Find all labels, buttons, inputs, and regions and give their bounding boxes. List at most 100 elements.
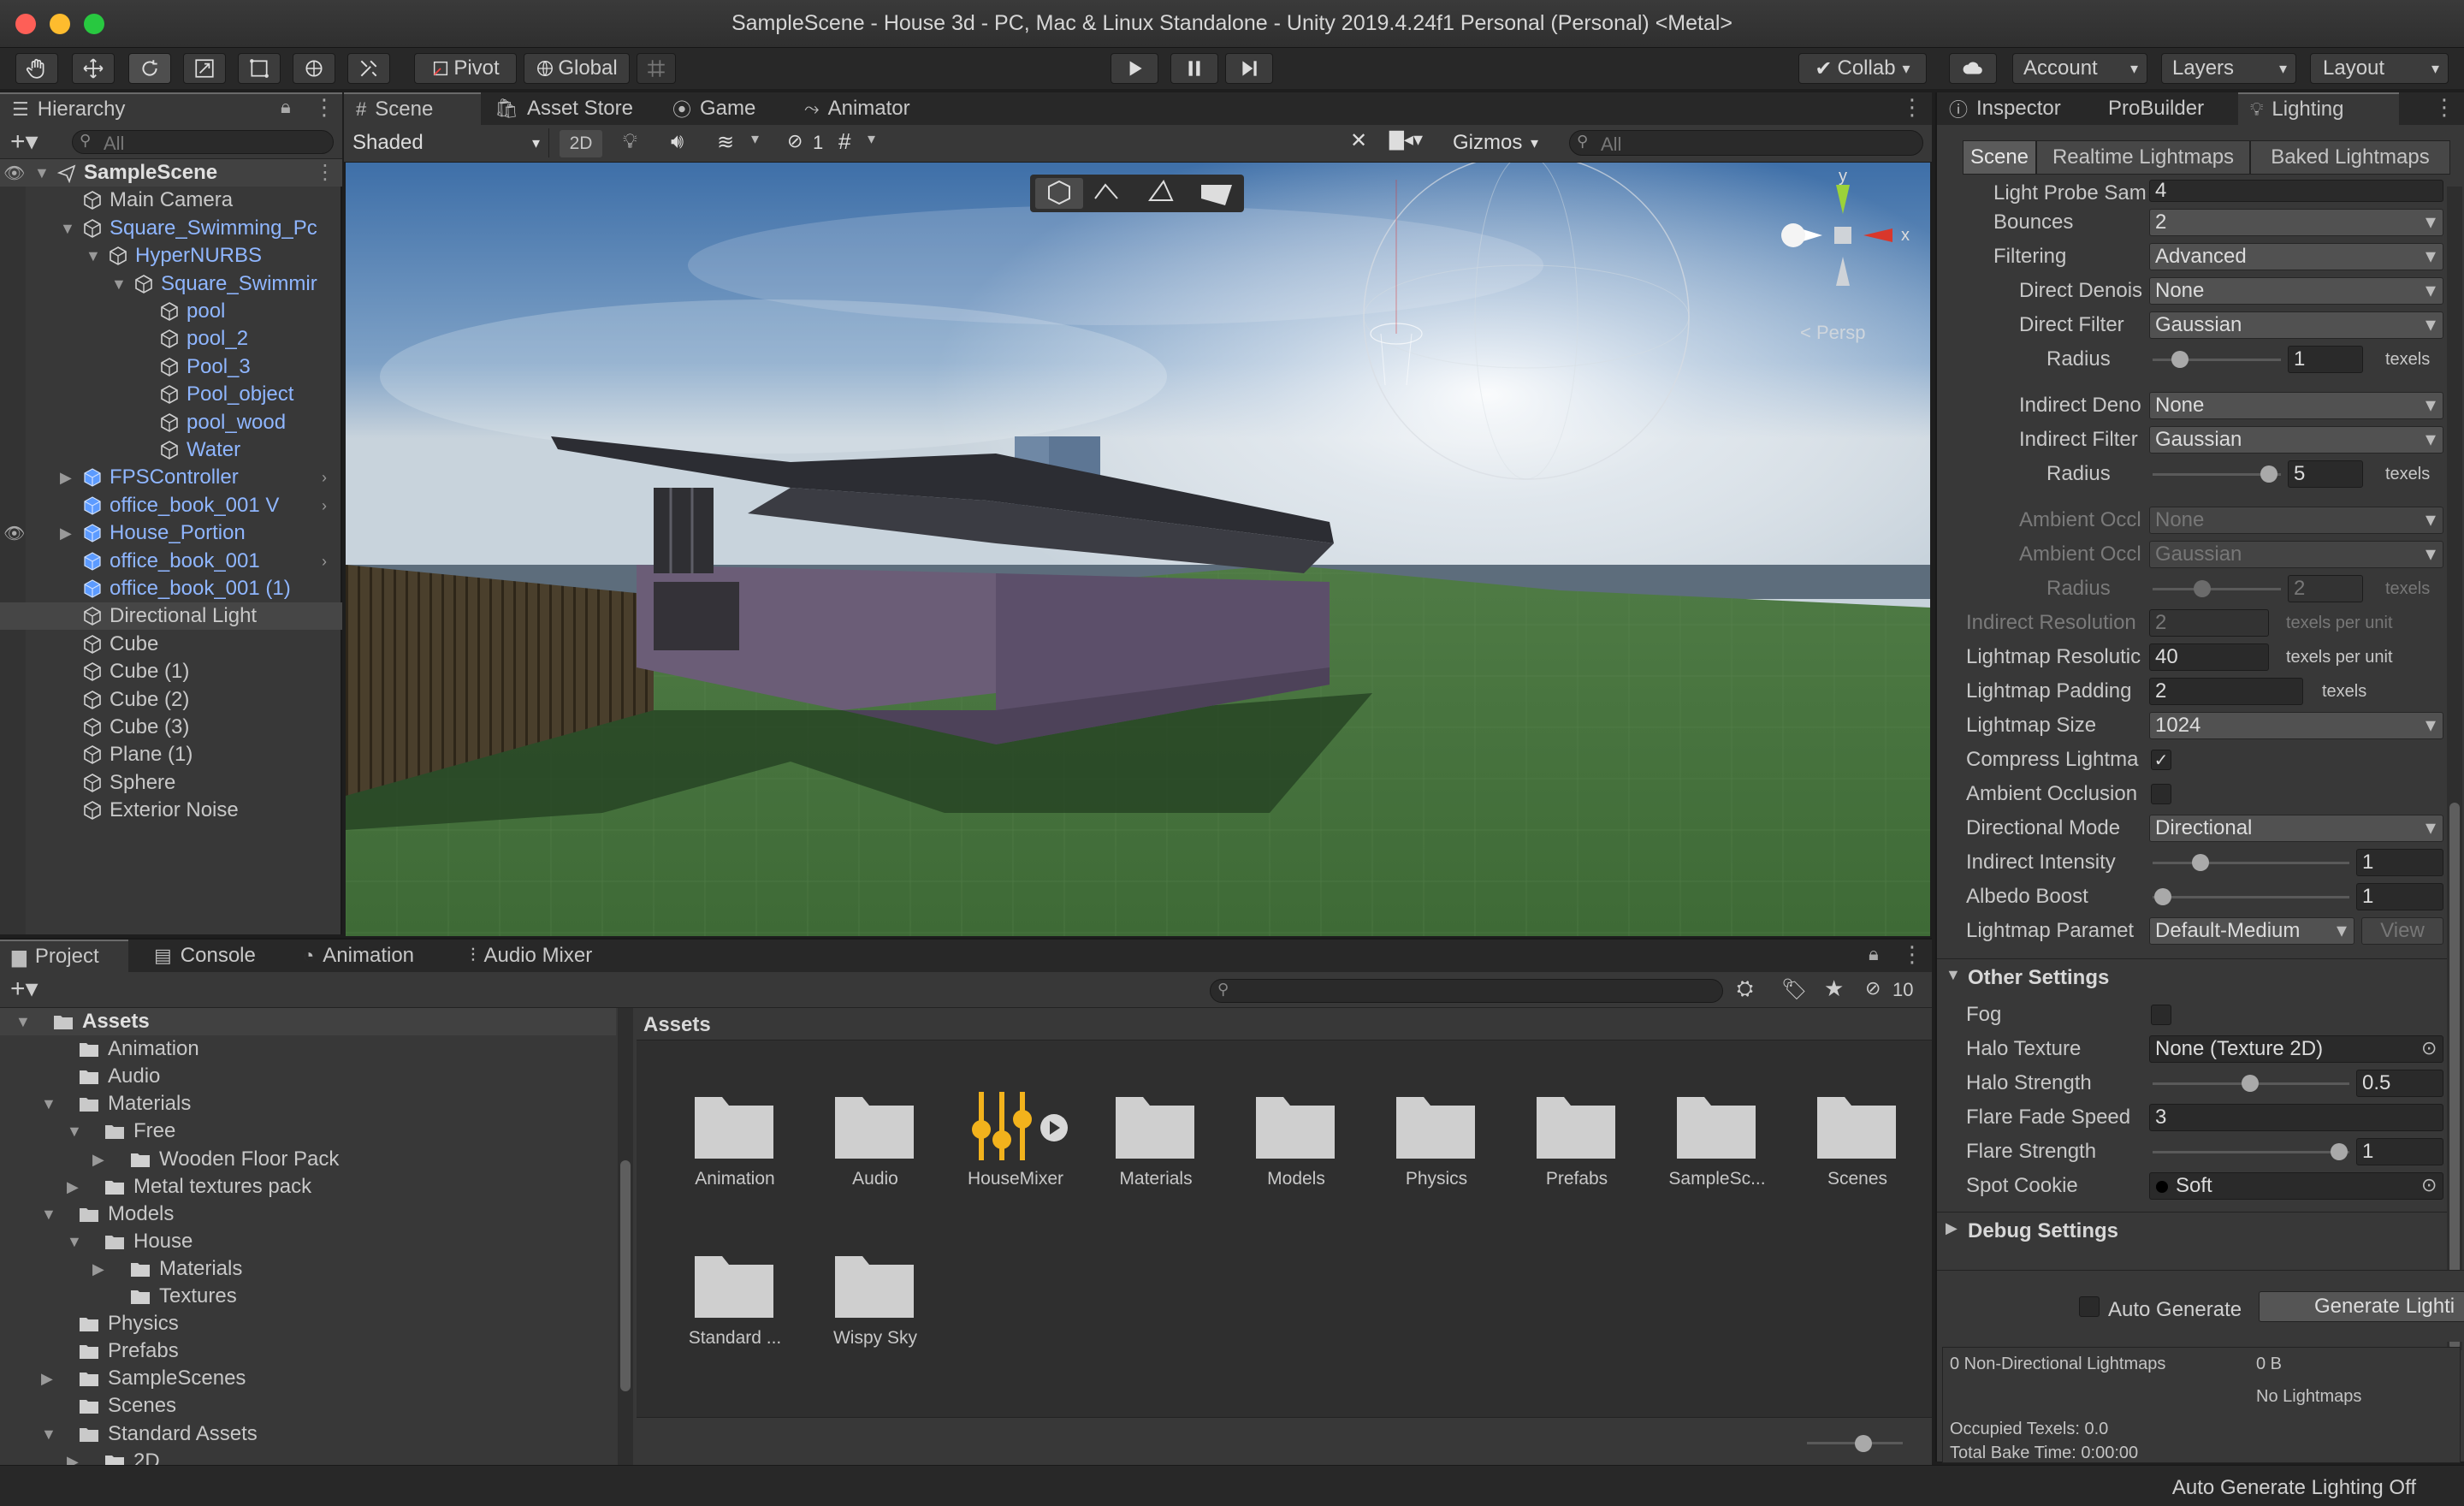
shading-mode-dropdown[interactable]: Shaded ▾ bbox=[344, 128, 549, 157]
account-dropdown[interactable]: Account ▾ bbox=[2012, 53, 2147, 84]
folder-tree-item[interactable]: Textures bbox=[0, 1283, 616, 1310]
albedo-boost-slider-knob[interactable] bbox=[2154, 888, 2171, 905]
asset-tile[interactable]: Prefabs bbox=[1521, 1075, 1632, 1195]
hierarchy-item[interactable]: office_book_001 (1) bbox=[0, 575, 342, 602]
visibility-eye-icon[interactable]: 👁︎ bbox=[3, 523, 25, 544]
direct-filter-dropdown[interactable]: Gaussian bbox=[2149, 311, 2443, 339]
chevron-right-icon[interactable]: ▶ bbox=[60, 464, 72, 491]
tab-asset-store[interactable]: 🛍︎ Asset Store bbox=[483, 92, 645, 125]
layout-dropdown[interactable]: Layout ▾ bbox=[2310, 53, 2449, 84]
tab-audio-mixer[interactable]: ⫶ Audio Mixer bbox=[459, 940, 604, 972]
indirect-radius-slider-knob[interactable] bbox=[2260, 465, 2277, 483]
project-search-input[interactable]: ⚲ bbox=[1210, 979, 1723, 1003]
hierarchy-item[interactable]: Cube (3) bbox=[0, 714, 342, 741]
tab-scene[interactable]: # Scene bbox=[344, 92, 481, 125]
gizmos-dropdown[interactable]: Gizmos ▾ bbox=[1448, 128, 1543, 157]
hierarchy-item[interactable]: pool_2 bbox=[0, 325, 342, 353]
folder-tree-item[interactable]: Prefabs bbox=[0, 1337, 616, 1365]
flare-strength-field[interactable]: 1 bbox=[2356, 1138, 2443, 1165]
light-probe-field[interactable]: 4 bbox=[2149, 180, 2443, 202]
chevron-right-icon[interactable]: › bbox=[322, 464, 327, 491]
tree-scrollbar[interactable] bbox=[618, 1008, 633, 1467]
compress-lightmaps-checkbox[interactable]: ✓ bbox=[2151, 750, 2171, 770]
object-picker-icon[interactable]: ⊙ bbox=[2421, 1174, 2437, 1196]
hierarchy-item[interactable]: ▼ Square_Swimmir bbox=[0, 270, 342, 298]
asset-tile[interactable]: Models bbox=[1241, 1075, 1352, 1195]
hierarchy-item[interactable]: Directional Light bbox=[0, 602, 342, 631]
chevron-down-icon[interactable]: ▼ bbox=[67, 1228, 82, 1255]
chevron-right-icon[interactable]: › bbox=[322, 548, 327, 575]
asset-tile[interactable]: SampleSc... bbox=[1661, 1075, 1773, 1195]
chevron-right-icon[interactable]: ▶ bbox=[41, 1365, 53, 1392]
scale-tool-button[interactable] bbox=[183, 53, 226, 84]
indirect-denoiser-dropdown[interactable]: None bbox=[2149, 392, 2443, 419]
tab-game[interactable]: ⦿ Game bbox=[660, 92, 767, 125]
kebab-menu-icon[interactable]: ⋮ bbox=[1901, 94, 1923, 121]
albedo-boost-slider-track[interactable] bbox=[2153, 896, 2349, 898]
add-icon[interactable]: +▾ bbox=[10, 974, 38, 1004]
chevron-down-icon[interactable]: ▼ bbox=[15, 1008, 31, 1035]
folder-tree-item[interactable]: ▼ Free bbox=[0, 1118, 616, 1145]
folder-tree-item[interactable]: ▶ SampleScenes bbox=[0, 1365, 616, 1392]
kebab-menu-icon[interactable]: ⋮ bbox=[315, 159, 335, 187]
folder-tree-item[interactable]: ▶ Metal textures pack bbox=[0, 1173, 616, 1201]
folder-tree-item[interactable]: ▶ Materials bbox=[0, 1255, 616, 1283]
folder-tree-item[interactable]: ▼ Standard Assets bbox=[0, 1420, 616, 1448]
hierarchy-scene-root[interactable]: ▼ SampleScene ⋮ bbox=[0, 159, 342, 187]
ambient-radius-slider-track[interactable] bbox=[2153, 588, 2281, 590]
indirect-resolution-field[interactable]: 2 bbox=[2149, 609, 2269, 637]
cloud-button[interactable] bbox=[1949, 53, 1997, 84]
flare-fade-field[interactable]: 3 bbox=[2149, 1104, 2443, 1131]
filtering-dropdown[interactable]: Advanced bbox=[2149, 243, 2443, 270]
hierarchy-item[interactable]: Pool_object bbox=[0, 381, 342, 408]
folder-tree-item[interactable]: Scenes bbox=[0, 1392, 616, 1420]
chevron-right-icon[interactable]: ▶ bbox=[92, 1146, 104, 1173]
folder-tree-item[interactable]: Audio bbox=[0, 1063, 616, 1090]
chevron-down-icon[interactable]: ▼ bbox=[34, 159, 50, 187]
halo-strength-slider-knob[interactable] bbox=[2242, 1075, 2259, 1092]
layers-dropdown[interactable]: Layers ▾ bbox=[2161, 53, 2296, 84]
grid-snap-button[interactable] bbox=[637, 53, 676, 84]
scrollbar-thumb[interactable] bbox=[620, 1160, 631, 1391]
chevron-down-icon[interactable]: ▼ bbox=[60, 215, 75, 242]
pivot-toggle[interactable]: Pivot bbox=[414, 53, 517, 84]
other-settings-header[interactable]: ▼ Other Settings bbox=[1937, 958, 2450, 996]
collab-dropdown[interactable]: ✔ Collab ▾ bbox=[1798, 53, 1927, 84]
hierarchy-item[interactable]: ▼ HyperNURBS bbox=[0, 242, 342, 270]
tab-inspector[interactable]: ⓘ Inspector bbox=[1937, 92, 2073, 125]
hierarchy-item[interactable]: pool bbox=[0, 298, 342, 325]
inspector-scrollbar[interactable] bbox=[2447, 187, 2462, 1350]
tab-probuilder[interactable]: ProBuilder bbox=[2096, 92, 2216, 125]
folder-tree-item[interactable]: Physics bbox=[0, 1310, 616, 1337]
scene-viewport[interactable]: y x < Persp bbox=[346, 163, 1930, 936]
halo-texture-field[interactable]: None (Texture 2D) bbox=[2149, 1035, 2443, 1063]
hierarchy-item[interactable]: Cube bbox=[0, 631, 342, 658]
folder-tree-item[interactable]: ▼ Materials bbox=[0, 1090, 616, 1118]
visibility-eye-icon[interactable]: 👁︎ bbox=[3, 163, 25, 184]
ambient-denoiser-dropdown[interactable]: None bbox=[2149, 507, 2443, 534]
hierarchy-item[interactable]: Pool_3 bbox=[0, 353, 342, 381]
lightmap-resolution-field[interactable]: 40 bbox=[2149, 643, 2269, 671]
kebab-menu-icon[interactable]: ⋮ bbox=[2433, 94, 2455, 121]
grid-icon[interactable]: # bbox=[838, 128, 850, 155]
play-button[interactable] bbox=[1111, 53, 1158, 84]
tools-icon[interactable]: ✕ bbox=[1350, 128, 1367, 153]
lightmap-parameters-dropdown[interactable]: Default-Medium bbox=[2149, 917, 2354, 945]
direct-radius-slider-knob[interactable] bbox=[2171, 351, 2189, 368]
flare-strength-slider-track[interactable] bbox=[2153, 1151, 2349, 1153]
chevron-right-icon[interactable]: ▶ bbox=[60, 519, 72, 547]
lock-icon[interactable]: 🔒︎ bbox=[1869, 943, 1879, 965]
asset-tile[interactable]: Standard ... bbox=[679, 1234, 791, 1354]
indirect-radius-field[interactable]: 5 bbox=[2288, 460, 2363, 488]
chevron-down-icon[interactable]: ▼ bbox=[86, 242, 101, 270]
rotate-tool-button[interactable] bbox=[128, 53, 171, 84]
chevron-right-icon[interactable]: ▶ bbox=[92, 1255, 104, 1283]
hidden-packages-icon[interactable]: ⊘ bbox=[1865, 977, 1881, 999]
bounces-dropdown[interactable]: 2 bbox=[2149, 209, 2443, 236]
star-icon[interactable]: ★ bbox=[1824, 975, 1844, 1002]
hierarchy-item[interactable]: pool_wood bbox=[0, 409, 342, 436]
debug-settings-header[interactable]: ▶ Debug Settings bbox=[1937, 1212, 2450, 1249]
hierarchy-item[interactable]: Water bbox=[0, 436, 342, 464]
auto-generate-checkbox[interactable] bbox=[2079, 1296, 2100, 1317]
asset-tile[interactable]: Animation bbox=[679, 1075, 791, 1195]
